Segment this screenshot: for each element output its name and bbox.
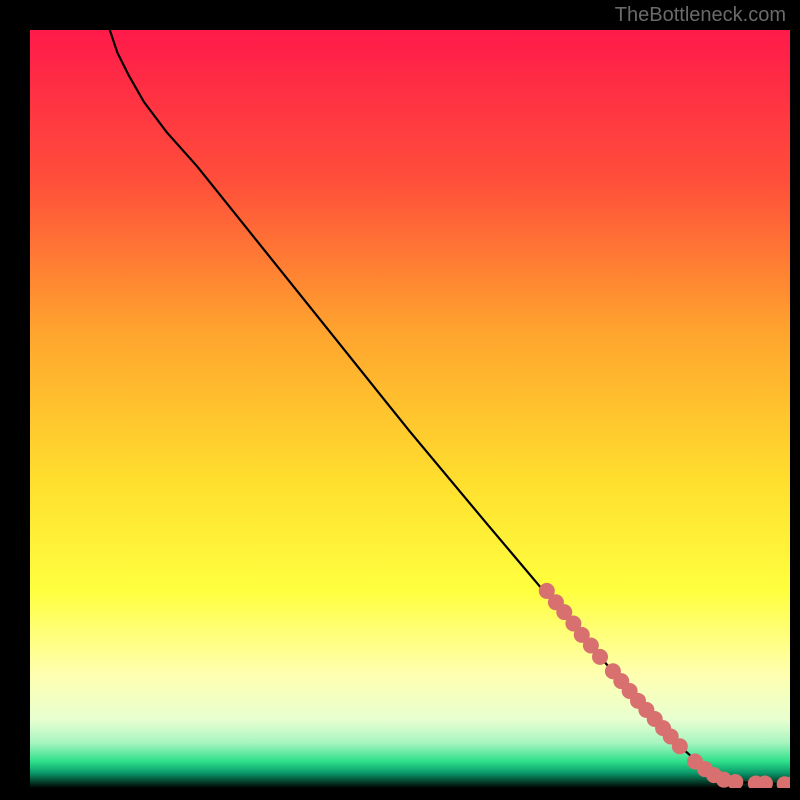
chart-plot-area	[30, 30, 790, 788]
data-point	[592, 649, 608, 665]
watermark-text: TheBottleneck.com	[615, 4, 786, 27]
data-point	[672, 738, 688, 754]
chart-svg	[30, 30, 790, 788]
chart-background	[30, 30, 790, 788]
